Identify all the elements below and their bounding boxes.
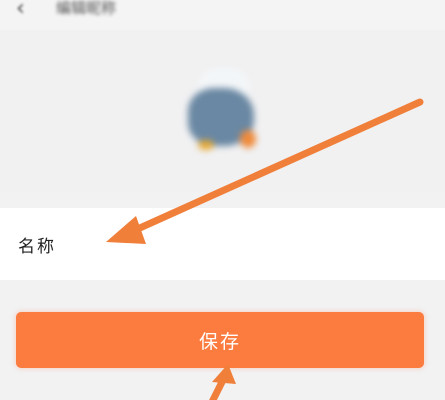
top-bar: ‹ 编辑昵称: [0, 0, 445, 30]
annotation-arrow-to-save: [209, 372, 229, 400]
name-field-row[interactable]: 名称: [0, 208, 445, 280]
page-title: 编辑昵称: [56, 0, 117, 17]
name-label: 名称: [18, 237, 56, 257]
save-button[interactable]: 保存: [16, 312, 424, 368]
avatar-accent-yellow: [198, 140, 214, 150]
avatar[interactable]: [184, 64, 260, 156]
back-arrow-icon[interactable]: ‹: [16, 0, 25, 20]
avatar-accent-orange: [240, 130, 256, 148]
